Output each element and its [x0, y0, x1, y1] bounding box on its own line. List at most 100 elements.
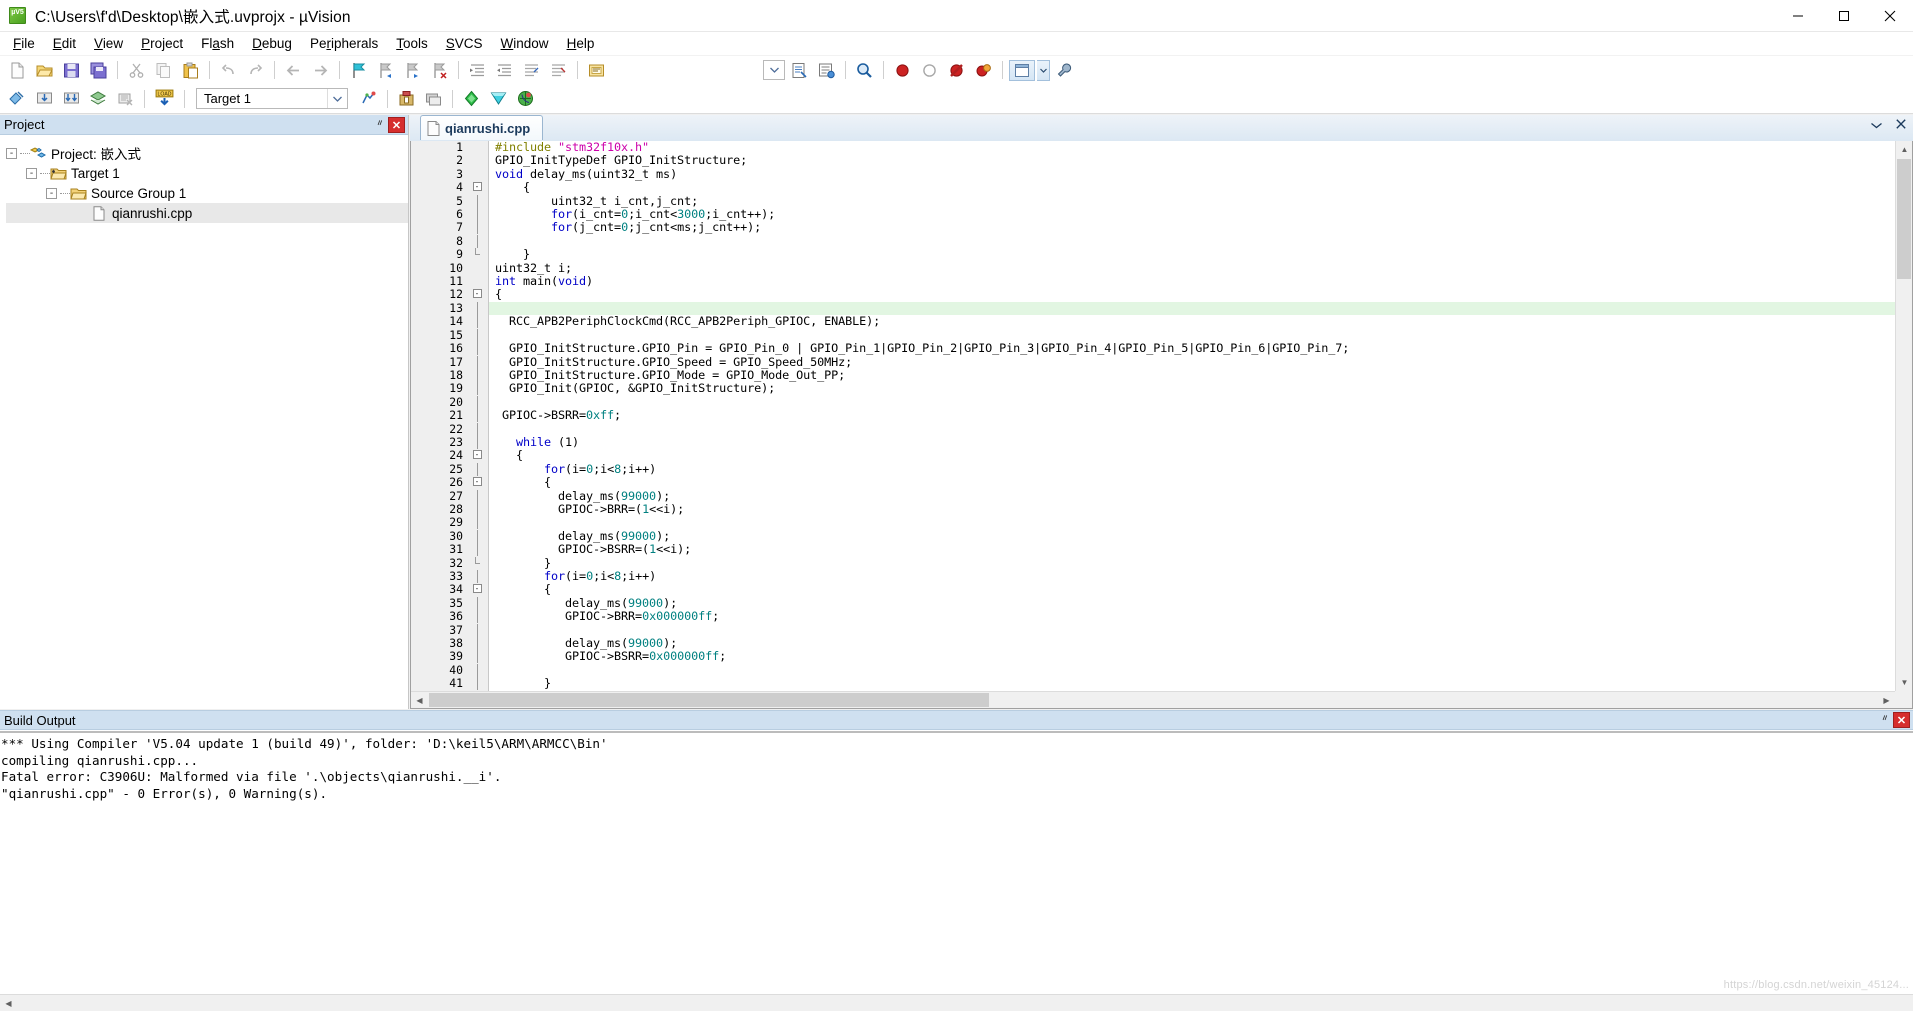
build-target-icon[interactable]: [32, 87, 57, 111]
tree-item-source-group-1[interactable]: - Source Group 1: [6, 183, 408, 203]
fold-gutter[interactable]: [469, 529, 485, 544]
bookmark-toggle-icon[interactable]: [346, 58, 371, 82]
fold-gutter[interactable]: [469, 462, 485, 477]
fold-gutter[interactable]: -: [469, 181, 485, 195]
fold-gutter[interactable]: -: [469, 583, 485, 597]
fold-gutter[interactable]: [469, 328, 485, 343]
fold-gutter[interactable]: [469, 355, 485, 369]
tree-item-qianrushi-cpp[interactable]: qianrushi.cpp: [6, 203, 408, 223]
bookmark-next-icon[interactable]: [400, 58, 425, 82]
scroll-down-arrow-icon[interactable]: ▼: [1896, 674, 1912, 691]
fold-gutter[interactable]: -: [469, 449, 485, 463]
fold-gutter[interactable]: -: [469, 288, 485, 302]
code-line[interactable]: 26- {: [411, 475, 1895, 490]
menu-window[interactable]: Window: [492, 34, 558, 53]
manage-windows-icon[interactable]: [1009, 59, 1035, 81]
dropdown-icon[interactable]: [763, 60, 785, 80]
scroll-left-arrow-icon[interactable]: ◀: [411, 692, 428, 708]
fold-gutter[interactable]: [469, 623, 485, 638]
fold-gutter[interactable]: [469, 650, 485, 664]
fold-gutter[interactable]: [469, 208, 485, 222]
chevron-down-icon[interactable]: [327, 89, 347, 108]
fold-gutter[interactable]: [469, 543, 485, 557]
new-file-icon[interactable]: [5, 58, 30, 82]
fold-gutter[interactable]: [469, 382, 485, 396]
open-build-file-icon[interactable]: [787, 58, 812, 82]
code-line[interactable]: 4- {: [411, 180, 1895, 195]
code-editor[interactable]: 1 #include "stm32f10x.h" 2 GPIO_InitTypeDef…: [410, 141, 1913, 709]
scroll-right-arrow-icon[interactable]: ▶: [1878, 692, 1895, 708]
menu-view[interactable]: View: [85, 34, 132, 53]
menu-debug[interactable]: Debug: [243, 34, 301, 53]
code-line[interactable]: 11 int main(void): [411, 274, 1895, 289]
pin-icon[interactable]: ᐥ: [1877, 713, 1893, 727]
fold-gutter[interactable]: [469, 489, 485, 503]
uncomment-icon[interactable]: [546, 58, 571, 82]
outdent-icon[interactable]: [492, 58, 517, 82]
insert-breakpoint-icon[interactable]: [890, 58, 915, 82]
code-line[interactable]: 34- {: [411, 582, 1895, 597]
configure-target-icon[interactable]: [1052, 58, 1077, 82]
fold-gutter[interactable]: [469, 194, 485, 209]
code-line[interactable]: 15: [411, 328, 1895, 343]
undo-icon[interactable]: [216, 58, 241, 82]
close-icon[interactable]: [1867, 0, 1913, 32]
code-line[interactable]: 23 while (1): [411, 435, 1895, 450]
code-line[interactable]: 5 uint32_t i_cnt,j_cnt;: [411, 194, 1895, 209]
fold-gutter[interactable]: [469, 610, 485, 624]
code-line[interactable]: 33 for(i=0;i<8;i++): [411, 569, 1895, 584]
open-file-icon[interactable]: [32, 58, 57, 82]
menu-svcs[interactable]: SVCS: [437, 34, 492, 53]
build-output-horizontal-scrollbar[interactable]: ◀: [0, 994, 1913, 1011]
fold-gutter[interactable]: [469, 221, 485, 235]
copy-icon[interactable]: [151, 58, 176, 82]
menu-file[interactable]: File: [4, 34, 44, 53]
fold-gutter[interactable]: [469, 663, 485, 678]
menu-peripherals[interactable]: Peripherals: [301, 34, 387, 53]
comment-icon[interactable]: [519, 58, 544, 82]
debug-settings-icon[interactable]: [584, 58, 609, 82]
code-line[interactable]: 17 GPIO_InitStructure.GPIO_Speed = GPIO_…: [411, 355, 1895, 369]
menu-project[interactable]: Project: [132, 34, 192, 53]
code-line[interactable]: 28 GPIOC->BRR=(1<<i);: [411, 502, 1895, 517]
pin-icon[interactable]: ᐥ: [372, 118, 388, 132]
manage-run-time-env-icon[interactable]: [421, 87, 446, 111]
manage-project-items-icon[interactable]: [394, 87, 419, 111]
code-line[interactable]: 41 }: [411, 676, 1895, 691]
redo-icon[interactable]: [243, 58, 268, 82]
code-line[interactable]: 2 GPIO_InitTypeDef GPIO_InitStructure;: [411, 153, 1895, 168]
code-line[interactable]: 20: [411, 395, 1895, 410]
window-list-icon[interactable]: [1868, 118, 1885, 132]
stop-build-icon[interactable]: [113, 87, 138, 111]
pack-installer-icon[interactable]: [486, 87, 511, 111]
maximize-icon[interactable]: [1821, 0, 1867, 32]
code-line[interactable]: 9 }: [411, 247, 1895, 262]
scroll-up-arrow-icon[interactable]: ▲: [1896, 141, 1912, 158]
start-debug-icon[interactable]: [513, 87, 538, 111]
select-software-packs-icon[interactable]: [459, 87, 484, 111]
code-line[interactable]: 30 delay_ms(99000);: [411, 529, 1895, 544]
code-line[interactable]: 12- {: [411, 288, 1895, 302]
save-icon[interactable]: [59, 58, 84, 82]
fold-gutter[interactable]: [469, 301, 485, 316]
code-line[interactable]: 3 void delay_ms(uint32_t ms): [411, 167, 1895, 182]
menu-tools[interactable]: Tools: [387, 34, 437, 53]
fold-gutter[interactable]: [469, 570, 485, 584]
close-panel-icon[interactable]: ✕: [1893, 712, 1910, 728]
navigate-back-icon[interactable]: [281, 58, 306, 82]
close-document-icon[interactable]: [1893, 118, 1909, 132]
code-line[interactable]: 6 for(i_cnt=0;i_cnt<3000;i_cnt++);: [411, 207, 1895, 222]
disable-all-breakpoints-icon[interactable]: [971, 58, 996, 82]
fold-gutter[interactable]: [469, 248, 485, 262]
code-line[interactable]: 1 #include "stm32f10x.h": [411, 141, 1895, 155]
code-line[interactable]: 18 GPIO_InitStructure.GPIO_Mode = GPIO_M…: [411, 368, 1895, 383]
fold-gutter[interactable]: [469, 315, 485, 329]
tree-item-target-1[interactable]: - Target 1: [6, 163, 408, 183]
code-line[interactable]: 21 GPIOC->BSRR=0xff;: [411, 408, 1895, 423]
fold-gutter[interactable]: [469, 422, 485, 436]
download-icon[interactable]: LOAD: [151, 87, 178, 111]
build-output-text[interactable]: *** Using Compiler 'V5.04 update 1 (buil…: [0, 731, 1913, 994]
editor-horizontal-scrollbar[interactable]: ◀ ▶: [411, 691, 1895, 708]
target-options-icon[interactable]: [356, 87, 381, 111]
code-line[interactable]: 7 for(j_cnt=0;j_cnt<ms;j_cnt++);: [411, 221, 1895, 235]
